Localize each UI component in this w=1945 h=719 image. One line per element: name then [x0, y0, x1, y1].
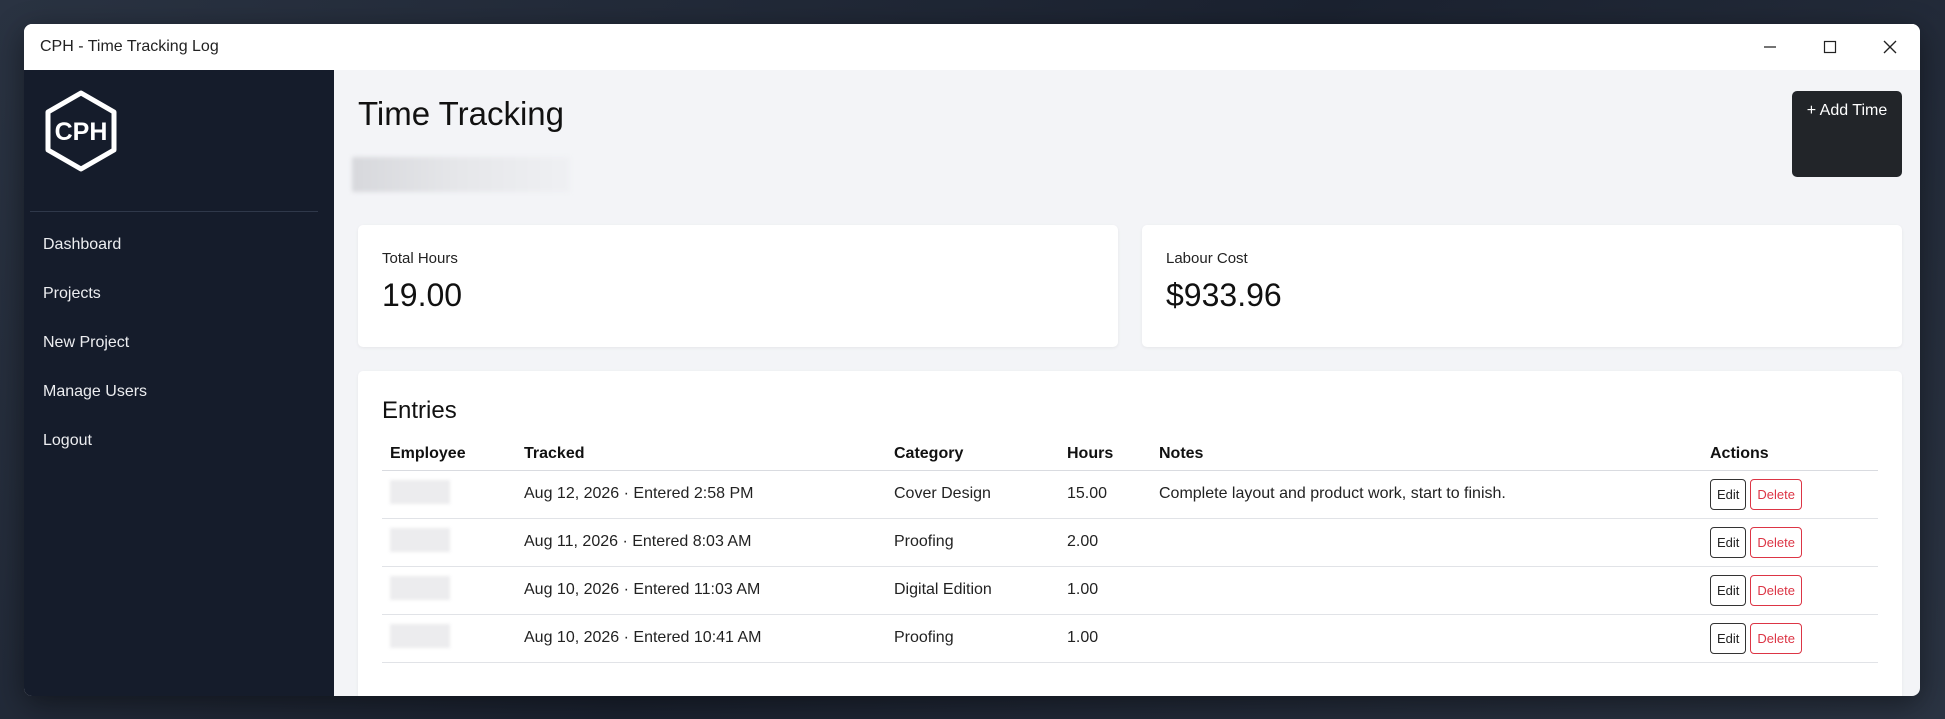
svg-text:CPH: CPH: [55, 118, 108, 146]
hours-cell: 1.00: [1059, 566, 1151, 615]
table-row: Aug 10, 2026 · Entered 11:03 AM Digital …: [382, 566, 1878, 615]
app-window: CPH - Time Tracking Log CPH Dashboard Pr…: [24, 24, 1920, 696]
main-content: Time Tracking + Add Time Total Hours 19.…: [334, 70, 1920, 696]
notes-cell: Complete layout and product work, start …: [1151, 470, 1702, 519]
page-title: Time Tracking: [358, 95, 564, 132]
actions-cell: Edit Delete: [1702, 470, 1878, 519]
employee-cell: [382, 518, 516, 567]
close-button[interactable]: [1860, 24, 1920, 70]
close-icon: [1883, 40, 1897, 54]
table-row: Aug 11, 2026 · Entered 8:03 AM Proofing …: [382, 518, 1878, 567]
tracked-cell: Aug 10, 2026 · Entered 11:03 AM: [516, 566, 886, 615]
table-row: Aug 12, 2026 · Entered 2:58 PM Cover Des…: [382, 470, 1878, 519]
edit-button[interactable]: Edit: [1710, 622, 1747, 654]
column-header-tracked: Tracked: [516, 438, 886, 471]
maximize-button[interactable]: [1800, 24, 1860, 70]
employee-cell: [382, 470, 516, 519]
minimize-button[interactable]: [1740, 24, 1800, 70]
sidebar-item-new-project[interactable]: New Project: [24, 331, 334, 380]
delete-button[interactable]: Delete: [1750, 478, 1802, 510]
category-cell: Digital Edition: [886, 566, 1059, 615]
total-hours-card: Total Hours 19.00: [358, 225, 1118, 347]
employee-cell: [382, 614, 516, 663]
add-time-button[interactable]: + Add Time: [1792, 91, 1902, 177]
tracked-cell: Aug 10, 2026 · Entered 10:41 AM: [516, 614, 886, 663]
employee-cell: [382, 566, 516, 615]
cph-logo: CPH: [45, 90, 117, 172]
delete-button[interactable]: Delete: [1750, 622, 1802, 654]
labour-cost-value: $933.96: [1166, 277, 1282, 313]
entries-table: Employee Tracked Category Hours Notes Ac…: [382, 438, 1878, 663]
window-controls: [1740, 24, 1920, 70]
category-cell: Cover Design: [886, 470, 1059, 519]
column-header-category: Category: [886, 438, 1059, 471]
notes-cell: [1151, 566, 1702, 615]
sidebar-item-dashboard[interactable]: Dashboard: [24, 233, 334, 282]
title-bar: CPH - Time Tracking Log: [24, 24, 1920, 70]
window-title: CPH - Time Tracking Log: [40, 38, 219, 55]
sidebar: CPH Dashboard Projects New Project Manag…: [24, 70, 334, 696]
delete-button[interactable]: Delete: [1750, 574, 1802, 606]
logo-area: CPH: [24, 70, 334, 187]
redacted-subtitle: [352, 157, 570, 192]
edit-button[interactable]: Edit: [1710, 574, 1747, 606]
edit-button[interactable]: Edit: [1710, 478, 1747, 510]
sidebar-item-manage-users[interactable]: Manage Users: [24, 380, 334, 429]
actions-cell: Edit Delete: [1702, 614, 1878, 663]
notes-cell: [1151, 614, 1702, 663]
redacted-employee-name: [390, 623, 450, 648]
sidebar-item-logout[interactable]: Logout: [24, 429, 334, 478]
sidebar-nav: Dashboard Projects New Project Manage Us…: [24, 233, 334, 478]
tracked-cell: Aug 11, 2026 · Entered 8:03 AM: [516, 518, 886, 567]
total-hours-value: 19.00: [382, 277, 463, 313]
delete-button[interactable]: Delete: [1750, 526, 1802, 558]
edit-button[interactable]: Edit: [1710, 526, 1747, 558]
tracked-cell: Aug 12, 2026 · Entered 2:58 PM: [516, 470, 886, 519]
table-row: Aug 10, 2026 · Entered 10:41 AM Proofing…: [382, 614, 1878, 663]
hours-cell: 15.00: [1059, 470, 1151, 519]
column-header-employee: Employee: [382, 438, 516, 471]
category-cell: Proofing: [886, 614, 1059, 663]
actions-cell: Edit Delete: [1702, 566, 1878, 615]
maximize-icon: [1823, 40, 1837, 54]
labour-cost-card: Labour Cost $933.96: [1142, 225, 1902, 347]
entries-card: Entries Employee Tracked Category Hours …: [358, 371, 1902, 696]
minimize-icon: [1764, 46, 1776, 48]
sidebar-item-projects[interactable]: Projects: [24, 282, 334, 331]
labour-cost-label: Labour Cost: [1166, 250, 1248, 267]
total-hours-label: Total Hours: [382, 250, 458, 267]
notes-cell: [1151, 518, 1702, 567]
sidebar-divider: [30, 211, 318, 212]
category-cell: Proofing: [886, 518, 1059, 567]
redacted-employee-name: [390, 575, 450, 600]
column-header-actions: Actions: [1702, 438, 1878, 471]
hours-cell: 2.00: [1059, 518, 1151, 567]
hours-cell: 1.00: [1059, 614, 1151, 663]
redacted-employee-name: [390, 527, 450, 552]
table-header-row: Employee Tracked Category Hours Notes Ac…: [382, 438, 1878, 471]
actions-cell: Edit Delete: [1702, 518, 1878, 567]
redacted-employee-name: [390, 479, 450, 504]
entries-title: Entries: [382, 397, 457, 424]
column-header-hours: Hours: [1059, 438, 1151, 471]
column-header-notes: Notes: [1151, 438, 1702, 471]
